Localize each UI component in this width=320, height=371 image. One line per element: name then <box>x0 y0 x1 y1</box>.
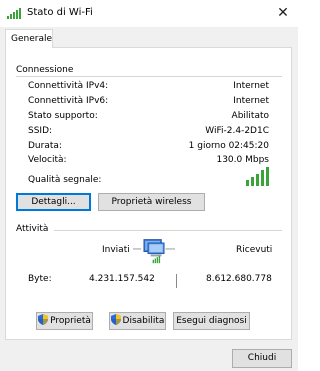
connection-divider <box>16 76 282 77</box>
ipv4-value: Internet <box>233 81 269 91</box>
ipv6-label: Connettività IPv6: <box>28 96 109 106</box>
bytes-label: Byte: <box>28 274 52 284</box>
details-button[interactable]: Dettagli... <box>16 193 91 211</box>
media-state-value: Abilitato <box>231 111 269 121</box>
ipv6-value: Internet <box>233 96 269 106</box>
details-button-label: Dettagli... <box>31 197 76 207</box>
title-bar[interactable]: Stato di Wi-Fi ✕ <box>0 0 298 27</box>
received-label: Ricevuti <box>236 245 273 255</box>
connection-section-title: Connessione <box>16 65 74 75</box>
activity-section-title: Attività <box>16 224 49 234</box>
ssid-label: SSID: <box>28 126 53 136</box>
diagnose-button[interactable]: Esegui diagnosi <box>173 312 250 330</box>
wireless-properties-label: Proprietà wireless <box>111 197 192 207</box>
close-icon: ✕ <box>277 5 289 21</box>
wifi-status-window: Stato di Wi-Fi ✕ Generale Connessione Co… <box>0 0 298 371</box>
admin-shield-icon <box>38 314 49 325</box>
bytes-separator <box>176 274 177 288</box>
speed-value: 130.0 Mbps <box>216 155 269 165</box>
ssid-value: WiFi-2.4-2D1C <box>205 126 269 136</box>
properties-button[interactable]: Proprietà <box>36 312 93 330</box>
wireless-properties-button[interactable]: Proprietà wireless <box>98 193 205 211</box>
duration-label: Durata: <box>28 141 62 151</box>
signal-strength-icon <box>246 167 269 186</box>
tab-label: Generale <box>11 34 53 44</box>
network-activity-icon <box>133 239 175 264</box>
sent-label: Inviati <box>102 245 130 255</box>
media-state-label: Stato supporto: <box>28 111 98 121</box>
bytes-received-value: 8.612.680.778 <box>206 274 272 284</box>
ipv4-label: Connettività IPv4: <box>28 81 109 91</box>
activity-divider <box>54 230 282 231</box>
admin-shield-icon <box>110 314 121 325</box>
window-title: Stato di Wi-Fi <box>27 7 93 18</box>
bytes-sent-value: 4.231.157.542 <box>89 274 155 284</box>
close-window-button[interactable]: ✕ <box>268 0 298 27</box>
disable-button-label: Disabilita <box>122 316 165 326</box>
diagnose-button-label: Esegui diagnosi <box>176 316 247 326</box>
properties-button-label: Proprietà <box>50 316 91 326</box>
speed-label: Velocità: <box>28 155 67 165</box>
signal-quality-label: Qualità segnale: <box>28 175 102 185</box>
disable-button[interactable]: Disabilita <box>109 312 166 330</box>
tab-generale[interactable]: Generale <box>5 29 53 48</box>
duration-value: 1 giorno 02:45:20 <box>188 141 269 151</box>
close-button[interactable]: Chiudi <box>232 349 292 368</box>
wifi-signal-icon <box>7 8 21 19</box>
general-panel: Connessione Connettività IPv4: Internet … <box>5 47 292 340</box>
close-button-label: Chiudi <box>247 353 277 363</box>
